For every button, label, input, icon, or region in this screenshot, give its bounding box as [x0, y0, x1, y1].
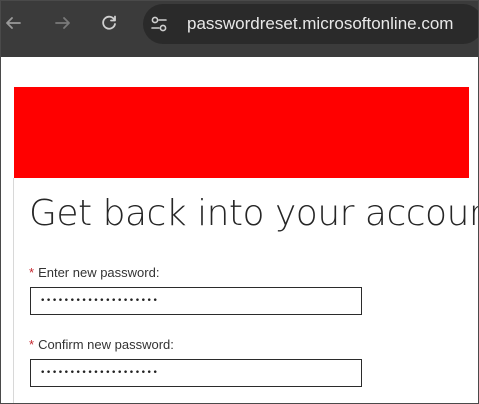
- tune-icon[interactable]: [149, 14, 169, 34]
- confirm-password-field[interactable]: [30, 359, 362, 387]
- address-bar[interactable]: passwordreset.microsoftonline.com: [143, 4, 478, 44]
- confirm-password-label: * Confirm new password:: [29, 337, 174, 353]
- confirm-password-label-text: Confirm new password:: [38, 337, 174, 352]
- reload-button[interactable]: [97, 11, 121, 35]
- forward-button[interactable]: [51, 11, 75, 35]
- page-title: Get back into your account: [29, 193, 479, 234]
- new-password-field[interactable]: [30, 287, 362, 315]
- new-password-label-text: Enter new password:: [38, 265, 160, 280]
- arrow-left-icon: [6, 17, 21, 29]
- browser-toolbar: passwordreset.microsoftonline.com: [1, 1, 478, 57]
- back-button[interactable]: [1, 11, 25, 35]
- required-marker: *: [29, 265, 35, 280]
- reload-icon: [102, 15, 116, 30]
- new-password-label: * Enter new password:: [29, 265, 159, 281]
- url-text[interactable]: passwordreset.microsoftonline.com: [187, 13, 453, 35]
- arrow-right-icon: [55, 17, 70, 29]
- content-left-border: [13, 178, 14, 403]
- required-marker: *: [29, 337, 35, 352]
- red-banner: [14, 87, 469, 178]
- screenshot-frame: passwordreset.microsoftonline.com Get ba…: [0, 0, 479, 404]
